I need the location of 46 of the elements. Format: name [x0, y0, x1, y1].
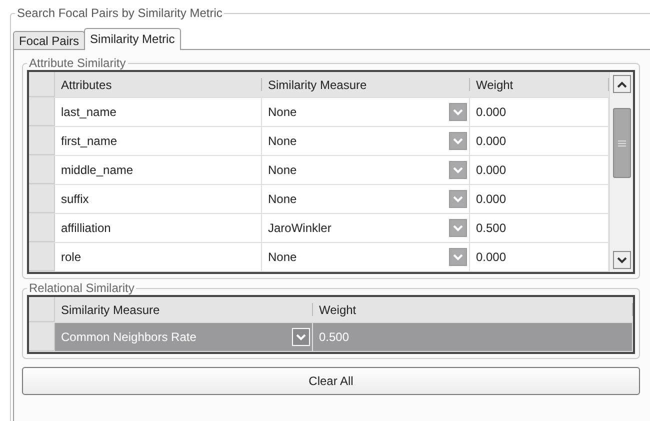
down-chevron-icon	[453, 254, 463, 260]
row-header	[29, 214, 55, 242]
column-header[interactable]: Similarity Measure	[262, 72, 470, 97]
grid-row[interactable]: affilliation JaroWinkler 0.500	[29, 214, 609, 243]
measure-dropdown[interactable]: None	[262, 185, 470, 213]
table-cell: first_name	[55, 127, 262, 155]
down-chevron-icon	[616, 256, 626, 264]
table-cell: last_name	[55, 98, 262, 126]
column-header[interactable]: Weight	[313, 297, 633, 322]
column-header[interactable]: Similarity Measure	[55, 297, 313, 322]
table-cell: 0.500	[313, 323, 633, 351]
table-cell: role	[55, 243, 262, 271]
measure-dropdown[interactable]: None	[262, 98, 470, 126]
tab[interactable]: Focal Pairs	[13, 31, 86, 50]
table-cell: affilliation	[55, 214, 262, 242]
down-chevron-icon	[296, 334, 306, 340]
group-title: Search Focal Pairs by Similarity Metric	[16, 6, 224, 20]
down-chevron-icon	[453, 138, 463, 144]
row-header	[29, 185, 55, 213]
row-header	[29, 156, 55, 184]
down-chevron-icon	[453, 196, 463, 202]
clear-all-button[interactable]: Clear All	[22, 367, 640, 395]
grip-icon	[618, 140, 626, 146]
table-cell: middle_name	[55, 156, 262, 184]
scrollbar[interactable]	[609, 72, 633, 272]
tab[interactable]: Similarity Metric	[84, 28, 181, 50]
row-header	[29, 127, 55, 155]
down-chevron-icon	[453, 224, 463, 232]
column-header[interactable]: Weight	[470, 72, 609, 97]
measure-dropdown[interactable]: None	[262, 243, 470, 271]
row-header	[29, 243, 55, 271]
column-header[interactable]: Attributes	[55, 72, 262, 97]
grid-row[interactable]: suffix None 0.000	[29, 185, 609, 214]
down-chevron-icon	[453, 108, 463, 116]
down-chevron-icon	[453, 166, 463, 174]
grid-row[interactable]: first_name None 0.000	[29, 127, 609, 156]
measure-dropdown[interactable]: None	[262, 127, 470, 155]
table-cell: suffix	[55, 185, 262, 213]
grid-row[interactable]: role None 0.000	[29, 243, 609, 272]
group-title: Attribute Similarity	[28, 56, 127, 70]
grid-row[interactable]: last_name None 0.000	[29, 98, 609, 127]
measure-dropdown[interactable]: JaroWinkler	[262, 214, 470, 242]
group-title: Relational Similarity	[28, 281, 136, 295]
up-chevron-icon	[616, 80, 626, 88]
grid-row[interactable]: middle_name None 0.000	[29, 156, 609, 185]
measure-dropdown[interactable]: None	[262, 156, 470, 184]
